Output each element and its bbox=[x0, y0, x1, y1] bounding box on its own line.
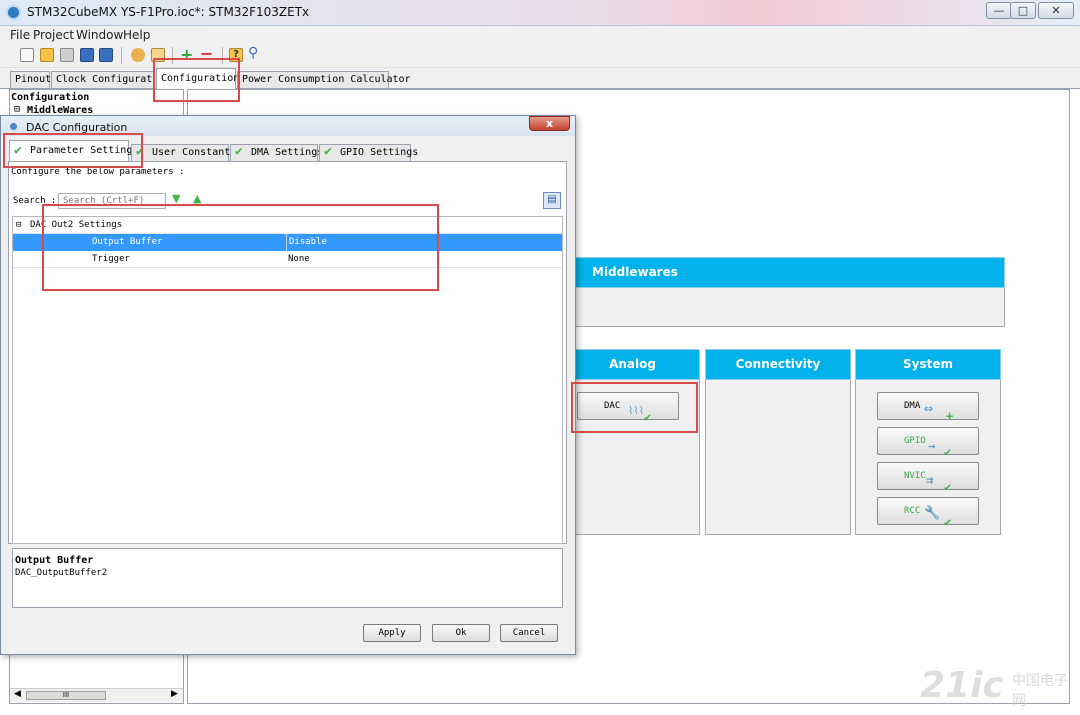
apply-button[interactable]: Apply bbox=[363, 624, 421, 642]
param-value[interactable]: None bbox=[288, 251, 310, 268]
check-icon: ✔ bbox=[644, 410, 652, 424]
param-row-trigger[interactable]: Trigger None bbox=[13, 251, 562, 268]
dialog-close-button[interactable]: x bbox=[529, 116, 570, 131]
toolbar-separator bbox=[222, 47, 223, 64]
menu-help[interactable]: Help bbox=[123, 28, 150, 42]
interrupt-icon: ⇉ bbox=[926, 473, 934, 487]
dialog-icon bbox=[10, 123, 17, 130]
tree-collapse-icon[interactable]: ⊟ bbox=[14, 104, 20, 115]
tab-power-consumption-calculator[interactable]: Power Consumption Calculator bbox=[237, 71, 411, 88]
window-title: STM32CubeMX YS-F1Pro.ioc*: STM32F103ZETx bbox=[27, 5, 310, 19]
instructions-text: Configure the below parameters : bbox=[11, 167, 185, 177]
description-box bbox=[12, 548, 563, 608]
search-up-icon[interactable]: ▲ bbox=[193, 192, 201, 205]
tab-label: User Constants bbox=[152, 147, 237, 158]
scroll-right-icon[interactable]: ▶ bbox=[171, 689, 178, 699]
param-name: Trigger bbox=[92, 254, 130, 264]
check-icon: ✔ bbox=[235, 144, 243, 159]
category-middlewares-header: Middlewares bbox=[565, 257, 1005, 288]
group-row[interactable]: ⊟ DAC Out2 Settings bbox=[13, 217, 562, 234]
category-connectivity-header: Connectivity bbox=[705, 349, 851, 380]
category-middlewares-body bbox=[565, 288, 1005, 327]
rcc-label: RCC bbox=[904, 506, 921, 516]
dac-label: DAC bbox=[604, 401, 621, 411]
generate-code-icon[interactable] bbox=[131, 48, 145, 62]
minimize-button[interactable]: — bbox=[986, 2, 1012, 19]
dialog-title: DAC Configuration bbox=[26, 121, 128, 134]
tab-label: Parameter Settings bbox=[30, 145, 139, 156]
tab-parameter-settings[interactable]: ✔ Parameter Settings bbox=[9, 140, 138, 161]
plus-icon: + bbox=[946, 409, 954, 423]
nvic-button[interactable]: NVIC ⇉ ✔ bbox=[877, 462, 979, 494]
check-icon: ✔ bbox=[944, 515, 952, 529]
tab-pinout[interactable]: Pinout bbox=[10, 71, 51, 88]
gpio-button[interactable]: GPIO → ✔ bbox=[877, 427, 979, 459]
app-icon bbox=[6, 5, 21, 20]
report-icon[interactable] bbox=[151, 48, 165, 62]
check-icon: ✔ bbox=[14, 143, 22, 158]
tab-label: DMA Settings bbox=[251, 147, 324, 158]
dma-button[interactable]: DMA ⇔ + bbox=[877, 392, 979, 423]
zoom-in-icon[interactable]: + bbox=[180, 45, 193, 64]
save-as-icon[interactable] bbox=[99, 48, 113, 62]
param-value[interactable]: Disable bbox=[286, 234, 327, 251]
search-down-icon[interactable]: ▼ bbox=[172, 192, 180, 205]
collapse-icon[interactable]: ⊟ bbox=[16, 217, 21, 234]
scroll-left-icon[interactable]: ◀ bbox=[14, 689, 21, 699]
ok-button[interactable]: Ok bbox=[432, 624, 490, 642]
tab-dma-settings[interactable]: ✔ DMA Settings bbox=[230, 144, 323, 161]
zoom-out-icon[interactable]: − bbox=[200, 44, 213, 63]
scrollbar-thumb[interactable]: III bbox=[26, 691, 106, 700]
menu-file[interactable]: File bbox=[10, 28, 30, 42]
tab-label: GPIO Settings bbox=[340, 147, 419, 158]
tab-configuration[interactable]: Configuration bbox=[156, 68, 239, 89]
tree-root-configuration[interactable]: Configuration bbox=[11, 92, 89, 103]
dma-icon: ⇔ bbox=[924, 399, 934, 417]
gpio-label: GPIO bbox=[904, 436, 926, 446]
group-label: DAC Out2 Settings bbox=[30, 220, 123, 230]
tab-gpio-settings[interactable]: ✔ GPIO Settings bbox=[319, 144, 418, 161]
search-icon[interactable]: ⚲ bbox=[248, 45, 258, 61]
check-icon: ✔ bbox=[136, 144, 144, 159]
tab-clock-configuration[interactable]: Clock Configuration bbox=[51, 71, 155, 88]
description-text: DAC_OutputBuffer2 bbox=[15, 568, 108, 578]
copy-icon[interactable] bbox=[60, 48, 74, 62]
dma-label: DMA bbox=[904, 401, 921, 411]
menu-window[interactable]: Window bbox=[76, 28, 123, 42]
watermark-text: 中国电子网 bbox=[1012, 673, 1068, 709]
open-folder-icon[interactable] bbox=[40, 48, 54, 62]
category-connectivity-body bbox=[705, 380, 851, 535]
check-icon: ✔ bbox=[324, 144, 332, 159]
dac-button[interactable]: DAC ⌇⌇⌇ ✔ bbox=[577, 392, 679, 424]
search-label: Search : bbox=[13, 196, 57, 206]
horizontal-scrollbar[interactable]: ◀ III ▶ bbox=[10, 688, 183, 702]
menu-bar bbox=[0, 26, 1080, 44]
param-name: Output Buffer bbox=[92, 237, 163, 247]
param-row-output-buffer[interactable]: Output Buffer Disable bbox=[13, 234, 562, 251]
category-analog-header: Analog bbox=[565, 349, 700, 380]
tab-user-constants[interactable]: ✔ User Constants bbox=[131, 144, 236, 161]
rcc-button[interactable]: RCC 🔧 ✔ bbox=[877, 497, 979, 529]
cancel-button[interactable]: Cancel bbox=[500, 624, 558, 642]
nvic-label: NVIC bbox=[904, 471, 926, 481]
wrench-icon: 🔧 bbox=[924, 506, 941, 521]
help-icon[interactable]: ? bbox=[229, 48, 243, 62]
window-close-button[interactable]: ✕ bbox=[1038, 2, 1074, 19]
menu-project[interactable]: Project bbox=[33, 28, 74, 42]
category-system-header: System bbox=[855, 349, 1001, 380]
new-project-icon[interactable] bbox=[20, 48, 34, 62]
description-title: Output Buffer bbox=[15, 555, 94, 566]
toolbar-separator bbox=[121, 47, 122, 64]
toolbar-separator bbox=[172, 47, 173, 64]
waveform-icon: ⌇⌇⌇ bbox=[628, 404, 645, 417]
arrow-right-icon: → bbox=[928, 439, 936, 453]
watermark-logo: 21ic bbox=[920, 665, 1004, 706]
search-input[interactable] bbox=[58, 193, 166, 209]
save-icon[interactable] bbox=[80, 48, 94, 62]
maximize-button[interactable]: □ bbox=[1010, 2, 1036, 19]
list-view-icon[interactable]: ▤ bbox=[543, 192, 561, 209]
